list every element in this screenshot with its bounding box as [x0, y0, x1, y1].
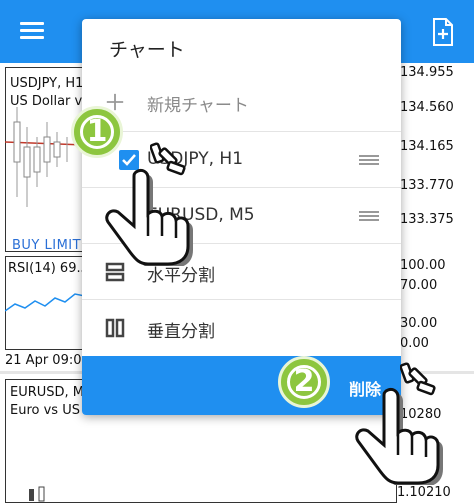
rsi-level-tick: 30.00: [400, 316, 438, 331]
price-tick: 134.165: [400, 139, 454, 154]
pointing-hand-icon: [355, 387, 443, 485]
price-tick: 134.955: [400, 65, 454, 80]
popup-title: チャート: [109, 39, 185, 61]
step-number: 1: [86, 114, 108, 149]
rsi-level-tick: 100.00: [400, 258, 446, 273]
drag-handle-icon[interactable]: [359, 211, 379, 221]
rsi-level-tick: 0.00: [400, 336, 429, 351]
chart-description-label: US Dollar vs: [10, 94, 89, 109]
pointing-hand-icon: [105, 168, 193, 266]
new-document-icon[interactable]: [432, 18, 454, 46]
step-2-badge: 2: [278, 356, 330, 408]
vertical-split-label: 垂直分割: [147, 322, 215, 342]
price-tick: 133.770: [400, 178, 454, 193]
step-number: 2: [293, 364, 315, 399]
chart-symbol-label: USDJPY, H1: [10, 76, 84, 91]
price-tick: 133.375: [400, 212, 454, 227]
new-chart-label: 新規チャート: [147, 96, 249, 116]
app-screen: USDJPY, H1 US Dollar vs 134.955 134.560 …: [0, 0, 474, 503]
buy-limit-order-label[interactable]: BUY LIMIT: [12, 238, 81, 253]
vertical-split-icon: [105, 318, 125, 338]
price-tick: 134.560: [400, 100, 454, 115]
step-1-badge: 1: [71, 106, 123, 158]
price-tick: 1.10210: [397, 485, 451, 500]
rsi-level-tick: 70.00: [400, 278, 438, 293]
hamburger-menu-icon[interactable]: [20, 22, 44, 40]
drag-handle-icon[interactable]: [359, 155, 379, 165]
new-chart-item[interactable]: 新規チャート: [82, 74, 401, 130]
candlestick-series: [29, 486, 45, 502]
rsi-label: RSI(14) 69.5: [8, 261, 89, 276]
vertical-split-item[interactable]: 垂直分割: [82, 299, 401, 355]
chart-symbol-label: EURUSD, M: [10, 385, 85, 400]
time-axis-label: 21 Apr 09:00: [5, 353, 90, 368]
